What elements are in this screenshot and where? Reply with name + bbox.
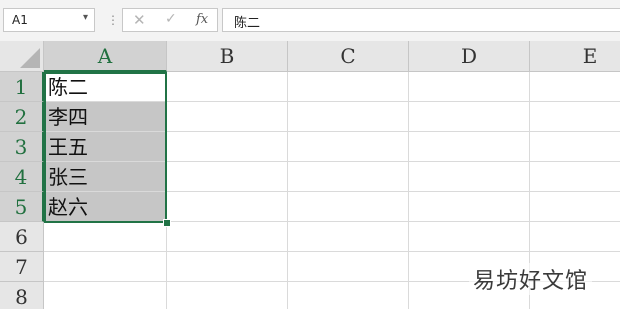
row-header-4[interactable]: 4 <box>0 162 44 192</box>
row-header-3[interactable]: 3 <box>0 132 44 162</box>
drag-handle-icon[interactable]: ⋮ <box>107 13 119 27</box>
cell-d5[interactable] <box>409 192 530 222</box>
cell-a2[interactable]: 李四 <box>44 102 167 132</box>
row-header-1[interactable]: 1 <box>0 72 44 102</box>
cancel-icon[interactable]: ✕ <box>133 11 146 29</box>
formula-buttons: ✕ ✓ fx <box>122 8 218 32</box>
formula-bar: A1 ▾ ⋮ ✕ ✓ fx 陈二 <box>0 0 620 41</box>
cell-a3[interactable]: 王五 <box>44 132 167 162</box>
cell-b4[interactable] <box>167 162 288 192</box>
cell-c4[interactable] <box>288 162 409 192</box>
column-header-e[interactable]: E <box>530 41 620 72</box>
cell-a6[interactable] <box>44 222 167 252</box>
row-header-2[interactable]: 2 <box>0 102 44 132</box>
formula-value: 陈二 <box>234 16 261 31</box>
column-header-a[interactable]: A <box>44 41 167 72</box>
column-header-b[interactable]: B <box>167 41 288 72</box>
row-header-7[interactable]: 7 <box>0 252 44 282</box>
cell-b3[interactable] <box>167 132 288 162</box>
cell-d2[interactable] <box>409 102 530 132</box>
cell-d4[interactable] <box>409 162 530 192</box>
row-header-5[interactable]: 5 <box>0 192 44 222</box>
cell-c2[interactable] <box>288 102 409 132</box>
cell-c3[interactable] <box>288 132 409 162</box>
cell-d3[interactable] <box>409 132 530 162</box>
cell-a3-value: 王五 <box>48 135 88 159</box>
column-header-d[interactable]: D <box>409 41 530 72</box>
cell-a4-value: 张三 <box>48 165 88 189</box>
cell-b5[interactable] <box>167 192 288 222</box>
cell-c7[interactable] <box>288 252 409 282</box>
cell-e6[interactable] <box>530 222 620 252</box>
cell-b7[interactable] <box>167 252 288 282</box>
cell-e1[interactable] <box>530 72 620 102</box>
cell-b8[interactable] <box>167 282 288 309</box>
cell-a1[interactable]: 陈二 <box>44 72 167 102</box>
cell-e3[interactable] <box>530 132 620 162</box>
chevron-down-icon[interactable]: ▾ <box>83 12 88 23</box>
cell-b2[interactable] <box>167 102 288 132</box>
row-header-8[interactable]: 8 <box>0 282 44 309</box>
select-all-triangle-icon <box>20 48 40 68</box>
cell-d6[interactable] <box>409 222 530 252</box>
cell-e2[interactable] <box>530 102 620 132</box>
cell-e4[interactable] <box>530 162 620 192</box>
cell-b6[interactable] <box>167 222 288 252</box>
cell-c6[interactable] <box>288 222 409 252</box>
insert-function-icon[interactable]: fx <box>196 12 208 27</box>
watermark-text: 易坊好文馆 <box>468 263 592 295</box>
cell-a5-value: 赵六 <box>48 195 88 219</box>
cell-a4[interactable]: 张三 <box>44 162 167 192</box>
formula-input[interactable]: 陈二 <box>222 8 620 32</box>
enter-icon[interactable]: ✓ <box>165 11 177 27</box>
cell-a1-value: 陈二 <box>48 75 88 99</box>
cell-e5[interactable] <box>530 192 620 222</box>
column-header-c[interactable]: C <box>288 41 409 72</box>
select-all-button[interactable] <box>0 41 44 72</box>
fill-handle[interactable] <box>163 219 171 227</box>
cell-c5[interactable] <box>288 192 409 222</box>
row-header-6[interactable]: 6 <box>0 222 44 252</box>
cell-a7[interactable] <box>44 252 167 282</box>
cell-d1[interactable] <box>409 72 530 102</box>
cell-a8[interactable] <box>44 282 167 309</box>
cell-a2-value: 李四 <box>48 105 88 129</box>
cell-b1[interactable] <box>167 72 288 102</box>
cell-c1[interactable] <box>288 72 409 102</box>
cell-c8[interactable] <box>288 282 409 309</box>
cell-a5[interactable]: 赵六 <box>44 192 167 222</box>
name-box[interactable]: A1 ▾ <box>3 8 95 32</box>
spreadsheet-grid: A B C D E 1 2 3 4 5 6 7 8 陈二 李四 王五 张三 赵六 <box>0 41 620 309</box>
name-box-value: A1 <box>12 13 28 27</box>
